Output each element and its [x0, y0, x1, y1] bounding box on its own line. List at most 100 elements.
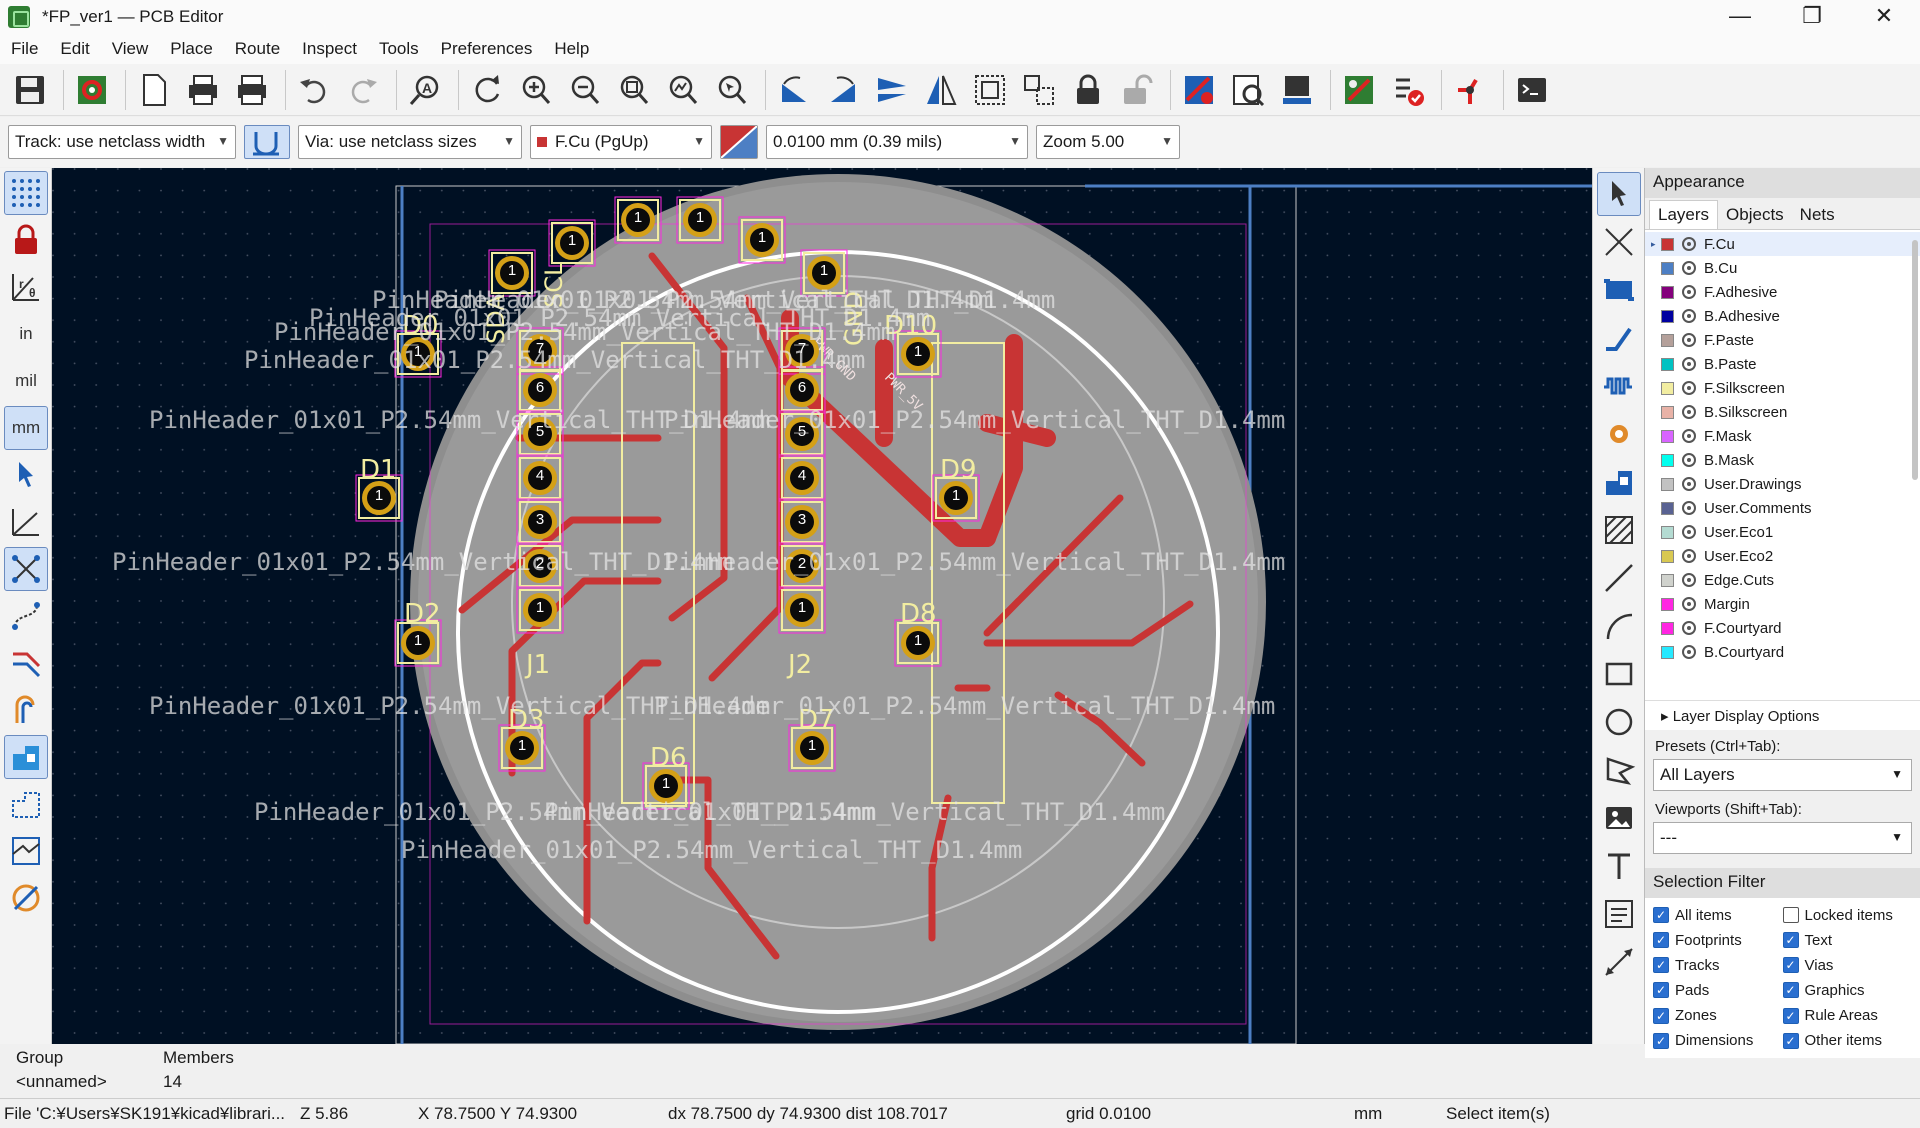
layer-row[interactable]: B.Mask — [1645, 448, 1920, 472]
visibility-eye-icon[interactable] — [1682, 261, 1696, 275]
find-icon[interactable]: A — [403, 68, 447, 112]
value-label[interactable]: PinHeader_01x01_P2.54mm_Vertical_THT_D1.… — [664, 548, 1285, 576]
layer-row[interactable]: B.Cu — [1645, 256, 1920, 280]
layer-row[interactable]: User.Drawings — [1645, 472, 1920, 496]
menu-file[interactable]: File — [0, 39, 49, 59]
minimize-button[interactable]: — — [1704, 0, 1776, 34]
menu-route[interactable]: Route — [224, 39, 291, 59]
grid-select[interactable]: 0.0100 mm (0.39 mils) ▼ — [766, 125, 1028, 159]
local-ratsnest-icon[interactable] — [1597, 220, 1641, 264]
high-contrast-icon[interactable] — [4, 688, 48, 732]
redo-icon[interactable] — [341, 68, 385, 112]
layer-display-options-toggle[interactable]: ▸ Layer Display Options — [1645, 700, 1920, 730]
layer-row[interactable]: F.Mask — [1645, 424, 1920, 448]
ref-label-j1[interactable]: J1 — [524, 650, 550, 680]
menu-place[interactable]: Place — [159, 39, 224, 59]
visibility-eye-icon[interactable] — [1682, 285, 1696, 299]
close-button[interactable]: ✕ — [1848, 0, 1920, 34]
ungroup-icon[interactable] — [1017, 68, 1061, 112]
ref-label-d6[interactable]: D6 — [650, 743, 687, 773]
value-label[interactable]: PinHeader_01x01_P2.54mm_Vertical_THT_D1.… — [434, 286, 1055, 314]
visibility-eye-icon[interactable] — [1682, 645, 1696, 659]
menu-tools[interactable]: Tools — [368, 39, 430, 59]
page-settings-icon[interactable] — [132, 68, 176, 112]
board-setup-icon[interactable] — [70, 68, 114, 112]
visibility-eye-icon[interactable] — [1682, 357, 1696, 371]
draw-rectangle-icon[interactable] — [1597, 652, 1641, 696]
add-rule-area-icon[interactable] — [1597, 508, 1641, 552]
checkbox-icon[interactable]: ✓ — [1653, 957, 1669, 974]
visibility-eye-icon[interactable] — [1682, 597, 1696, 611]
units-mil-button[interactable]: mil — [4, 359, 48, 403]
add-image-icon[interactable] — [1597, 796, 1641, 840]
value-label[interactable]: PinHeader_01x01_P2.54mm_Vertical_THT_D1.… — [112, 548, 733, 576]
scripting-console-icon[interactable] — [1510, 68, 1554, 112]
layer-row[interactable]: F.Adhesive — [1645, 280, 1920, 304]
zoom-objects-icon[interactable] — [661, 68, 705, 112]
value-label[interactable]: PinHeader_01x01_P2.54mm_Vertical_THT_D1.… — [244, 346, 865, 374]
checkbox-icon[interactable]: ✓ — [1782, 932, 1799, 949]
layer-color-swatch[interactable] — [1661, 501, 1674, 515]
add-footprint-icon[interactable] — [1597, 268, 1641, 312]
checkbox-icon[interactable]: ✓ — [1653, 1032, 1669, 1049]
visibility-eye-icon[interactable] — [1682, 477, 1696, 491]
layer-row[interactable]: User.Eco1 — [1645, 520, 1920, 544]
tab-nets[interactable]: Nets — [1792, 201, 1843, 229]
value-label[interactable]: PinHeader_01x01_P2.54mm_Vertical_THT_D1.… — [664, 406, 1285, 434]
layer-color-swatch[interactable] — [1661, 405, 1674, 419]
layer-row[interactable]: User.Comments — [1645, 496, 1920, 520]
filter-checkbox[interactable]: ✓ Text — [1782, 929, 1913, 951]
cursor-crosshair-icon[interactable] — [4, 453, 48, 497]
pcb-drawing[interactable]: PWR_GND PWR_5V 111111111111 1117654321765… — [52, 168, 1592, 1044]
layer-color-swatch[interactable] — [1661, 333, 1674, 347]
lock-icon[interactable] — [1066, 68, 1110, 112]
layer-color-swatch[interactable] — [1661, 597, 1674, 611]
lock-overrides-icon[interactable] — [4, 218, 48, 262]
menu-help[interactable]: Help — [543, 39, 600, 59]
show-ratsnest-icon[interactable] — [4, 547, 48, 591]
net-inspector-icon[interactable] — [4, 876, 48, 920]
draw-circle-icon[interactable] — [1597, 700, 1641, 744]
layer-row[interactable]: B.Silkscreen — [1645, 400, 1920, 424]
layer-color-swatch[interactable] — [1661, 573, 1674, 587]
layer-row[interactable]: B.Adhesive — [1645, 304, 1920, 328]
draw-arc-icon[interactable] — [1597, 604, 1641, 648]
pcb-canvas[interactable]: PWR_GND PWR_5V 1111111111111117654321765… — [52, 168, 1592, 1044]
draw-polygon-icon[interactable] — [1597, 748, 1641, 792]
value-label[interactable]: PinHeader_01x01_P2.54mm_Vertical_THT_D1.… — [274, 318, 895, 346]
layer-row[interactable]: B.Courtyard — [1645, 640, 1920, 664]
print-icon[interactable] — [181, 68, 225, 112]
unlock-icon[interactable] — [1115, 68, 1159, 112]
checkbox-icon[interactable] — [1782, 907, 1799, 923]
rotate-ccw-icon[interactable] — [772, 68, 816, 112]
layer-select[interactable]: F.Cu (PgUp) ▼ — [530, 125, 712, 159]
checkbox-icon[interactable]: ✓ — [1782, 1032, 1799, 1049]
layer-row[interactable]: F.Courtyard — [1645, 616, 1920, 640]
layers-manager-icon[interactable] — [4, 829, 48, 873]
checkbox-icon[interactable]: ✓ — [1653, 1007, 1669, 1024]
ref-label-d8[interactable]: D8 — [900, 599, 937, 629]
zone-outline-icon[interactable] — [4, 782, 48, 826]
add-text-icon[interactable] — [1597, 844, 1641, 888]
mirror-vertical-icon[interactable] — [870, 68, 914, 112]
drc-icon[interactable] — [1386, 68, 1430, 112]
ref-label-j2[interactable]: J2 — [786, 650, 812, 680]
ratsnest-angle-icon[interactable] — [4, 500, 48, 544]
checkbox-icon[interactable]: ✓ — [1782, 982, 1799, 999]
undo-icon[interactable] — [292, 68, 336, 112]
visibility-eye-icon[interactable] — [1682, 573, 1696, 587]
checkbox-icon[interactable]: ✓ — [1782, 957, 1799, 974]
polar-coords-icon[interactable]: rθ — [4, 265, 48, 309]
menu-edit[interactable]: Edit — [49, 39, 100, 59]
add-textbox-icon[interactable] — [1597, 892, 1641, 936]
plot-icon[interactable] — [230, 68, 274, 112]
menu-inspect[interactable]: Inspect — [291, 39, 368, 59]
filter-checkbox[interactable]: ✓ Rule Areas — [1782, 1005, 1913, 1027]
visibility-eye-icon[interactable] — [1682, 333, 1696, 347]
save-icon[interactable] — [8, 68, 52, 112]
checkbox-icon[interactable]: ✓ — [1782, 1007, 1799, 1024]
track-width-select[interactable]: Track: use netclass width ▼ — [8, 125, 236, 159]
menu-preferences[interactable]: Preferences — [430, 39, 544, 59]
layer-color-swatch[interactable] — [1661, 645, 1674, 659]
layer-row[interactable]: Edge.Cuts — [1645, 568, 1920, 592]
